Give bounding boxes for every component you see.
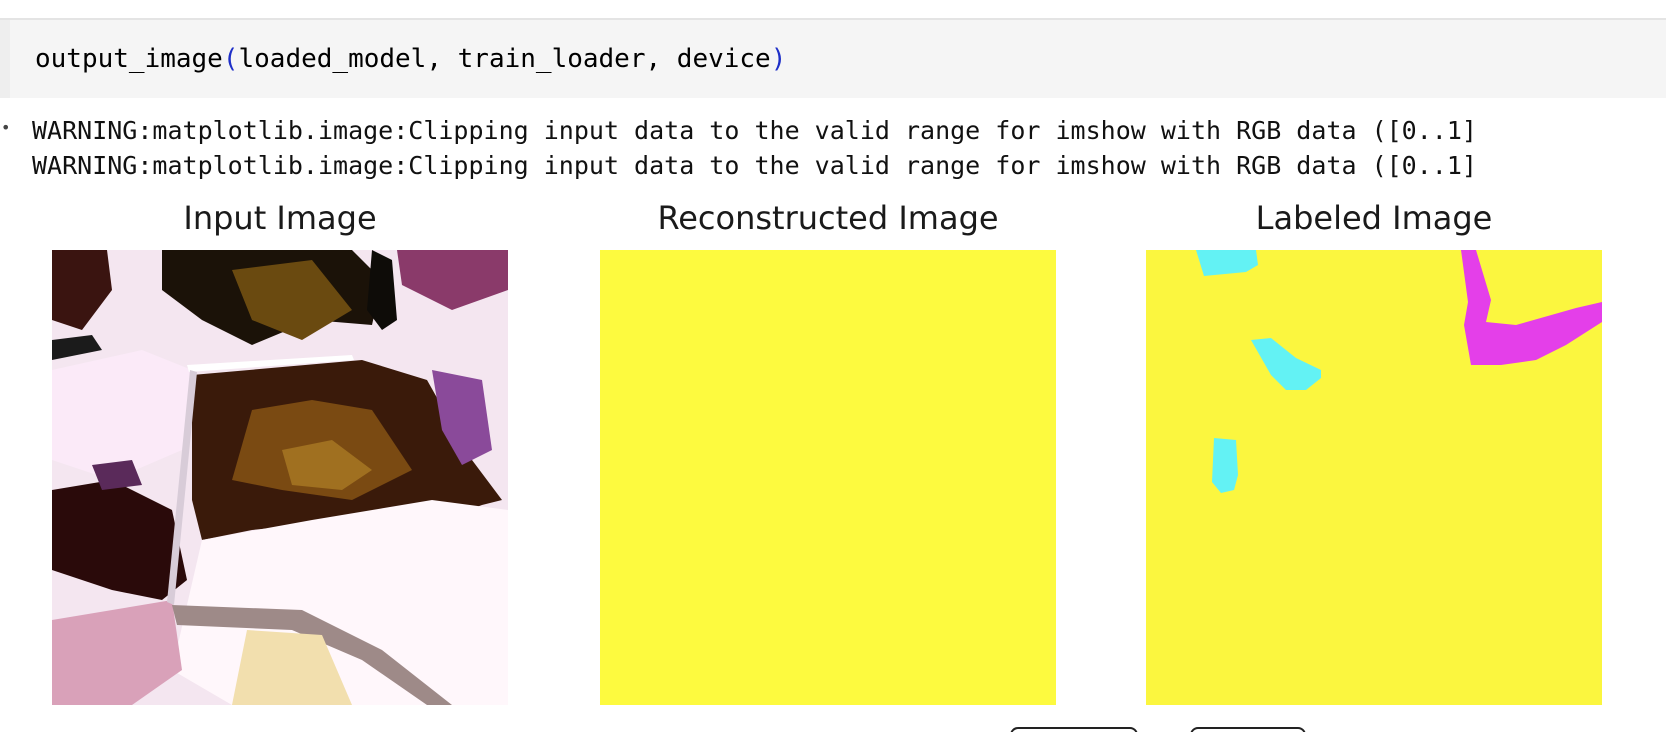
- function-name: output_image: [35, 44, 223, 74]
- reconstructed-image-title: Reconstructed Image: [657, 199, 999, 237]
- output-collapse-icon[interactable]: •: [1, 118, 10, 137]
- input-image-title: Input Image: [183, 199, 377, 237]
- input-image: [52, 250, 508, 705]
- code-line[interactable]: output_image(loaded_model, train_loader,…: [35, 41, 786, 77]
- function-args: loaded_model, train_loader, device: [238, 44, 771, 74]
- partial-button[interactable]: [1010, 727, 1138, 732]
- code-cell[interactable]: output_image(loaded_model, train_loader,…: [0, 20, 1666, 98]
- cell-gutter: [0, 20, 10, 98]
- labeled-image-title: Labeled Image: [1255, 199, 1493, 237]
- input-image-graphic: [52, 250, 508, 705]
- open-paren: (: [222, 44, 239, 74]
- labeled-image-graphic: [1146, 250, 1602, 705]
- reconstructed-image: [600, 250, 1056, 705]
- close-paren: ): [770, 44, 787, 74]
- labeled-image: [1146, 250, 1602, 705]
- reconstructed-image-graphic: [600, 250, 1056, 705]
- label-region-cyan: [1212, 438, 1238, 493]
- partial-button[interactable]: [1190, 727, 1306, 732]
- warning-line: WARNING:matplotlib.image:Clipping input …: [32, 151, 1477, 180]
- notebook-top-divider: [0, 0, 1666, 20]
- warning-line: WARNING:matplotlib.image:Clipping input …: [32, 116, 1477, 145]
